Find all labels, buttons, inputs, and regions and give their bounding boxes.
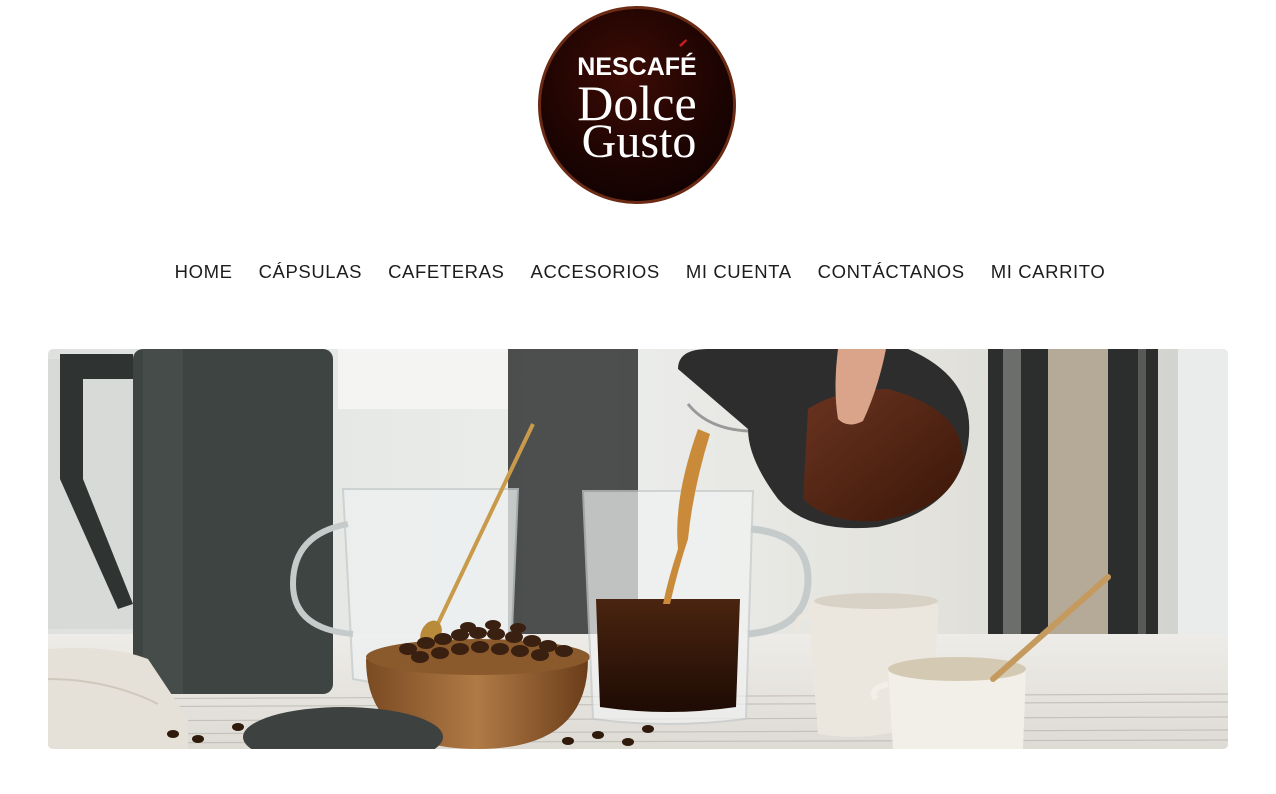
hero-banner-image xyxy=(48,349,1228,749)
brand-logo[interactable]: NESCAFÉ Dolce Gusto xyxy=(537,5,737,205)
logo-name-line2: Gusto xyxy=(582,115,697,168)
nav-item-mi-cuenta[interactable]: MI CUENTA xyxy=(686,259,792,285)
nav-item-capsulas[interactable]: CÁPSULAS xyxy=(259,259,363,285)
nav-item-cafeteras[interactable]: CAFETERAS xyxy=(388,259,504,285)
nav-item-home[interactable]: HOME xyxy=(175,259,233,285)
nav-item-mi-carrito[interactable]: MI CARRITO xyxy=(991,259,1106,285)
dolce-gusto-logo-icon: NESCAFÉ Dolce Gusto xyxy=(538,6,736,204)
main-navigation: HOME CÁPSULAS CAFETERAS ACCESORIOS MI CU… xyxy=(0,259,1276,285)
nav-item-accesorios[interactable]: ACCESORIOS xyxy=(531,259,660,285)
nav-item-contactanos[interactable]: CONTÁCTANOS xyxy=(818,259,965,285)
coffee-scene-illustration xyxy=(48,349,1228,749)
